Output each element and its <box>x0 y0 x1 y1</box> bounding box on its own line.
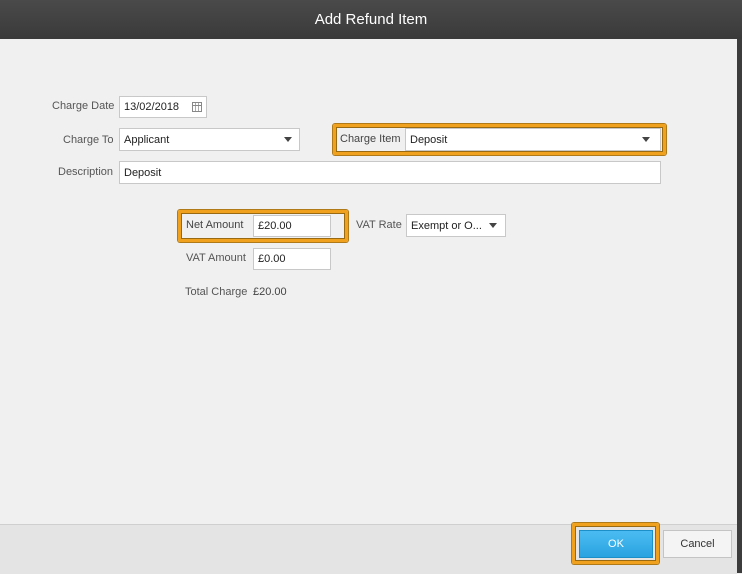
window-edge <box>737 39 742 573</box>
total-charge-value: £20.00 <box>253 286 287 298</box>
description-label: Description <box>58 166 114 178</box>
net-amount-value: £20.00 <box>258 220 292 232</box>
ok-button[interactable]: OK <box>579 530 653 558</box>
total-charge-label: Total Charge <box>185 286 248 298</box>
cancel-button-label: Cancel <box>680 538 715 550</box>
calendar-icon[interactable] <box>192 102 202 112</box>
vat-rate-label: VAT Rate <box>356 219 402 231</box>
charge-date-label: Charge Date <box>52 100 115 112</box>
charge-item-label: Charge Item <box>340 133 401 145</box>
chevron-down-icon <box>642 137 650 142</box>
cancel-button[interactable]: Cancel <box>663 530 732 558</box>
net-amount-label: Net Amount <box>186 219 244 231</box>
net-amount-input[interactable]: £20.00 <box>253 215 331 237</box>
charge-to-label: Charge To <box>63 134 114 146</box>
chevron-down-icon <box>489 223 497 228</box>
dialog-title: Add Refund Item <box>314 11 428 28</box>
dialog-titlebar: Add Refund Item <box>0 0 742 39</box>
vat-amount-input[interactable]: £0.00 <box>253 248 331 270</box>
vat-rate-select[interactable]: Exempt or O... <box>406 214 506 237</box>
vat-amount-value: £0.00 <box>258 253 286 265</box>
description-input[interactable]: Deposit <box>119 161 661 184</box>
chevron-down-icon <box>284 137 292 142</box>
description-value: Deposit <box>124 166 162 179</box>
charge-item-select[interactable]: Deposit <box>405 128 661 151</box>
vat-amount-label: VAT Amount <box>186 252 246 264</box>
charge-to-select[interactable]: Applicant <box>119 128 300 151</box>
charge-date-value: 13/02/2018 <box>124 101 180 113</box>
charge-item-value: Deposit <box>410 133 448 146</box>
charge-date-input[interactable]: 13/02/2018 <box>119 96 207 118</box>
ok-button-label: OK <box>608 538 624 550</box>
charge-to-value: Applicant <box>124 133 170 146</box>
vat-rate-value: Exempt or O... <box>411 219 482 232</box>
